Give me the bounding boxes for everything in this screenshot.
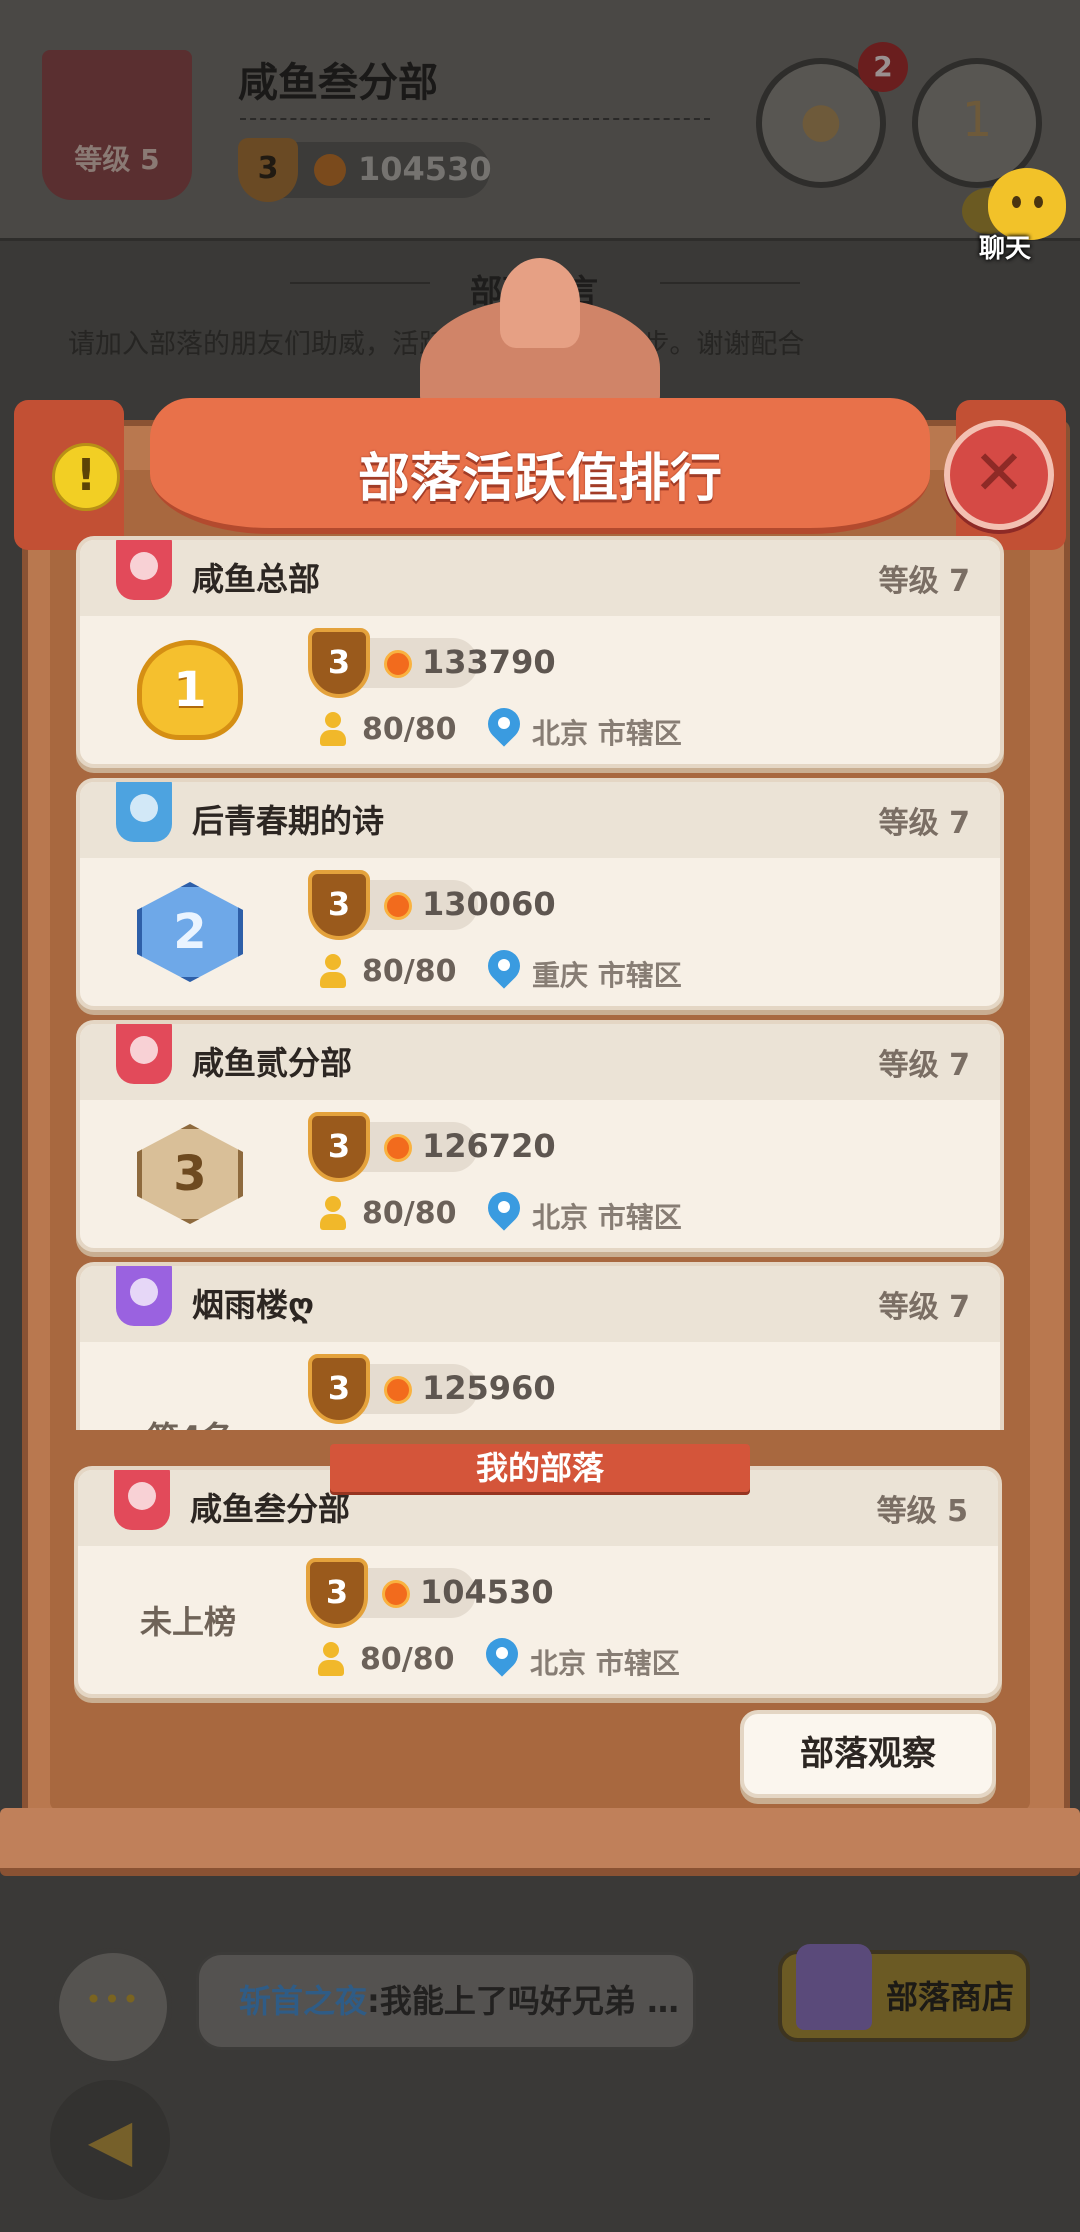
gold-medal-icon: 1 — [137, 640, 243, 740]
activity-score: 125960 — [422, 1369, 556, 1407]
monkey-avatar-icon: ● — [800, 92, 842, 148]
tribe-level: 等级 5 — [876, 1494, 968, 1529]
member-count: 80/80 — [362, 1196, 457, 1231]
shield-icon: 3 — [308, 628, 370, 698]
tribe-flag-icon — [116, 540, 172, 600]
flame-icon — [384, 1376, 412, 1404]
title-divider — [240, 118, 710, 120]
member-icon — [318, 1642, 344, 1676]
rank-indicator: 1 — [110, 630, 270, 750]
tribe-flag-icon — [116, 1024, 172, 1084]
chat-message-text: :我能上了吗好兄弟 … — [367, 1982, 679, 2020]
modal-bottom-board — [0, 1808, 1080, 1876]
location-pin-icon — [488, 708, 520, 746]
tribe-score: 104530 — [358, 150, 492, 188]
tribe-banner[interactable]: 等级 5 — [42, 50, 192, 200]
tribe-name: 烟雨楼ღ — [192, 1286, 315, 1324]
modal-title: 部落活跃值排行 — [357, 449, 722, 509]
back-button[interactable]: ◀ — [50, 2080, 170, 2200]
declaration-divider-right — [660, 282, 800, 284]
member-count: 80/80 — [362, 954, 457, 989]
shield-icon: 3 — [308, 1354, 370, 1424]
location: 北京 市辖区 — [532, 1201, 682, 1234]
tribe-level: 等级 7 — [878, 1290, 970, 1325]
rank-text: 未上榜 — [139, 1603, 236, 1641]
member-icon — [320, 1196, 346, 1230]
latest-chat-message[interactable]: 斩首之夜:我能上了吗好兄弟 … — [196, 1952, 696, 2050]
member-icon — [320, 954, 346, 988]
activity-score: 104530 — [420, 1573, 554, 1611]
info-icon[interactable]: ! — [52, 443, 120, 511]
score-pill: 3 130060 — [308, 870, 556, 940]
activity-score: 126720 — [422, 1127, 556, 1165]
ranking-card-4[interactable]: 烟雨楼ღ 等级 7 第4名 3 125960 — [76, 1262, 1004, 1430]
flame-icon — [314, 154, 346, 186]
tribe-observe-button[interactable]: 部落观察 — [740, 1710, 996, 1798]
tribe-shop-button[interactable]: 部落商店 — [778, 1944, 1030, 2042]
flame-icon — [384, 1134, 412, 1162]
shield-icon: 3 — [308, 870, 370, 940]
chat-sender: 斩首之夜 — [239, 1982, 368, 2020]
trophy-icon: 1 — [961, 92, 993, 148]
declaration-divider-left — [290, 282, 430, 284]
score-pill: 3 104530 — [306, 1558, 554, 1628]
location: 北京 市辖区 — [530, 1647, 680, 1680]
activity-score: 133790 — [422, 643, 556, 681]
activity-score: 130060 — [422, 885, 556, 923]
ranking-list[interactable]: 咸鱼总部 等级 7 1 3 133790 80/80 北京 市辖区 后青春期的诗… — [76, 536, 1004, 1430]
location-pin-icon — [488, 950, 520, 988]
rank-text: 第4名 — [147, 1413, 233, 1430]
notification-badge: 2 — [858, 42, 908, 92]
tribe-level: 等级 7 — [878, 564, 970, 599]
flame-icon — [384, 892, 412, 920]
flame-icon — [384, 650, 412, 678]
tribe-score-pill: 3 104530 — [238, 138, 492, 202]
rank-indicator: 3 — [110, 1114, 270, 1234]
chat-label[interactable]: 聊天 — [972, 228, 1038, 265]
ranking-card-1[interactable]: 咸鱼总部 等级 7 1 3 133790 80/80 北京 市辖区 — [76, 536, 1004, 768]
member-icon — [320, 712, 346, 746]
tribe-flag-icon — [116, 1266, 172, 1326]
close-button[interactable]: ✕ — [944, 420, 1054, 530]
rank-indicator: 未上榜 — [108, 1560, 268, 1680]
shield-icon: 3 — [306, 1558, 368, 1628]
shield-icon: 3 — [308, 1112, 370, 1182]
ranking-card-3[interactable]: 咸鱼贰分部 等级 7 3 3 126720 80/80 北京 市辖区 — [76, 1020, 1004, 1252]
ranking-card-2[interactable]: 后青春期的诗 等级 7 2 3 130060 80/80 重庆 市辖区 — [76, 778, 1004, 1010]
score-pill: 3 125960 — [308, 1354, 556, 1424]
flame-icon — [382, 1580, 410, 1608]
tribe-name: 咸鱼叁分部 — [190, 1490, 351, 1528]
member-count: 80/80 — [360, 1642, 455, 1677]
shop-icon — [796, 1944, 872, 2030]
location-pin-icon — [486, 1638, 518, 1676]
my-tribe-card[interactable]: 咸鱼叁分部 等级 5 未上榜 3 104530 80/80 北京 市辖区 — [74, 1466, 1002, 1698]
tribe-name: 咸鱼总部 — [192, 560, 321, 598]
rank-indicator: 2 — [110, 872, 270, 992]
location: 北京 市辖区 — [532, 717, 682, 750]
close-icon: ✕ — [973, 436, 1025, 509]
tribe-level: 等级 7 — [878, 1048, 970, 1083]
score-pill: 3 126720 — [308, 1112, 556, 1182]
silver-medal-icon: 2 — [137, 882, 243, 982]
tribe-name: 咸鱼贰分部 — [192, 1044, 353, 1082]
back-arrow-icon: ◀ — [87, 2106, 133, 2174]
tribe-name: 后青春期的诗 — [192, 802, 385, 840]
tribe-level-label: 等级 5 — [74, 143, 160, 176]
tribe-title: 咸鱼叁分部 — [238, 60, 438, 106]
score-pill: 3 133790 — [308, 628, 556, 698]
tribe-flag-icon — [116, 782, 172, 842]
location-pin-icon — [488, 1192, 520, 1230]
my-tribe-tag: 我的部落 — [330, 1444, 750, 1492]
location: 重庆 市辖区 — [532, 959, 682, 992]
shop-label: 部落商店 — [886, 1978, 1015, 2016]
bronze-medal-icon: 3 — [137, 1124, 243, 1224]
chat-button[interactable] — [54, 1948, 172, 2066]
member-count: 80/80 — [362, 712, 457, 747]
rank-indicator: 第4名 — [110, 1376, 270, 1430]
shield-icon: 3 — [238, 138, 298, 202]
tribe-level: 等级 7 — [878, 806, 970, 841]
tribe-flag-icon — [114, 1470, 170, 1530]
